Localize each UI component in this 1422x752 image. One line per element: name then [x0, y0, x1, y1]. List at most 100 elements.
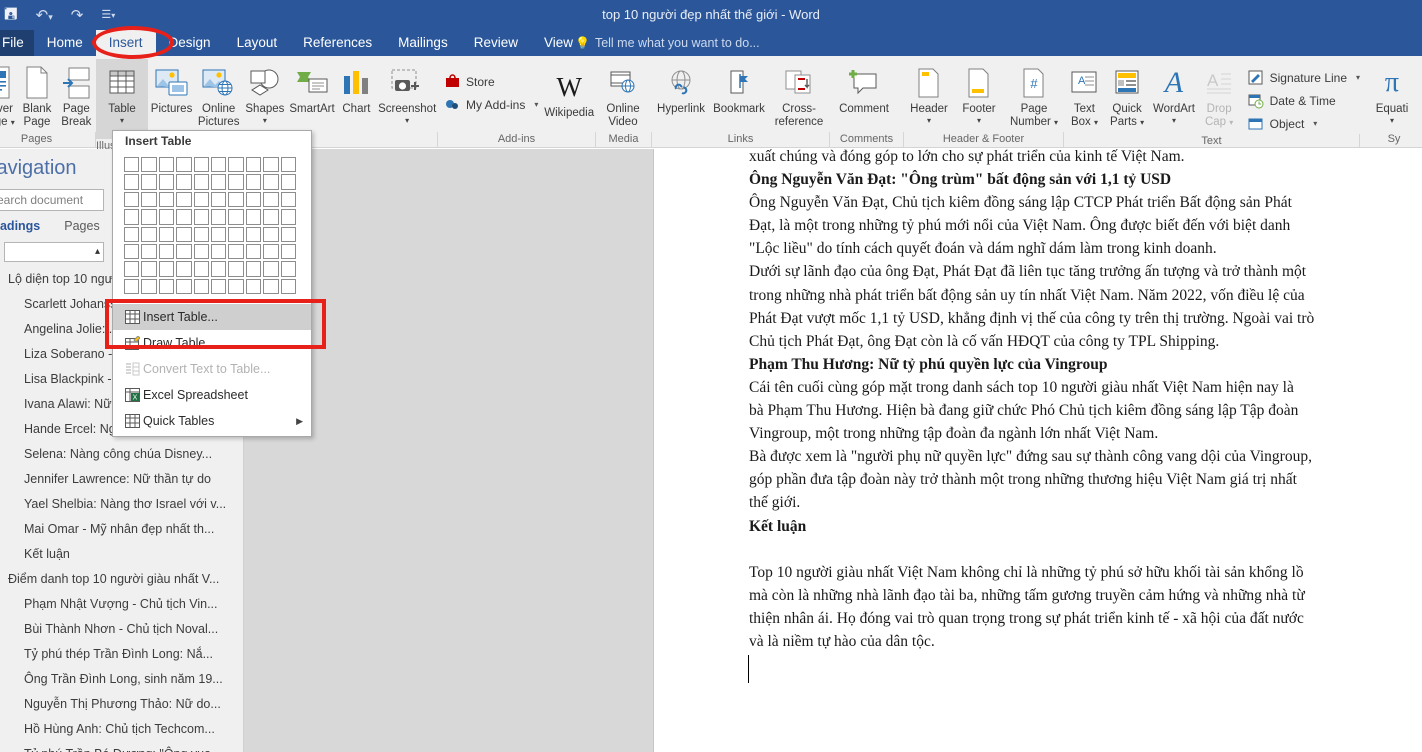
wordart-caret-icon[interactable]: ▾ — [1172, 116, 1176, 125]
tab-design[interactable]: Design — [156, 30, 224, 56]
online-video-button[interactable]: Online Video — [596, 59, 650, 128]
page-break-button[interactable]: Page Break — [57, 59, 96, 128]
document-page[interactable]: xuất chúng và đóng góp to lớn cho sự phá… — [653, 148, 1422, 752]
table-grid-cell[interactable] — [210, 174, 227, 190]
nav-heading-17[interactable]: Nguyễn Thị Phương Thảo: Nữ do... — [0, 692, 243, 717]
table-grid-cell[interactable] — [228, 243, 244, 260]
table-grid-cell[interactable] — [124, 209, 140, 225]
nav-heading-9[interactable]: Yael Shelbia: Nàng thơ Israel với v... — [0, 492, 243, 517]
table-grid-cell[interactable] — [263, 243, 279, 260]
table-grid-cell[interactable] — [280, 191, 296, 208]
table-grid-cell[interactable] — [158, 278, 175, 295]
nav-tab-headings[interactable]: Headings — [0, 219, 40, 233]
table-grid-cell[interactable] — [141, 278, 157, 295]
table-grid-cell[interactable] — [245, 243, 262, 260]
nav-tab-pages[interactable]: Pages — [64, 219, 99, 233]
store-button[interactable]: Store — [444, 71, 538, 92]
table-grid-cell[interactable] — [245, 261, 262, 277]
table-grid-cell[interactable] — [263, 226, 279, 242]
table-grid-cell[interactable] — [176, 226, 192, 242]
table-grid-cell[interactable] — [193, 209, 209, 225]
table-grid-cell[interactable] — [245, 191, 262, 208]
table-grid-cell[interactable] — [263, 261, 279, 277]
table-grid-cell[interactable] — [245, 174, 262, 190]
table-grid-cell[interactable] — [210, 278, 227, 295]
table-grid-cell[interactable] — [141, 191, 157, 208]
header-caret-icon[interactable]: ▾ — [927, 116, 931, 125]
table-grid-cell[interactable] — [158, 243, 175, 260]
table-grid-cell[interactable] — [263, 278, 279, 295]
table-grid-cell[interactable] — [124, 226, 140, 242]
cross-reference-button[interactable]: Cross-reference — [768, 59, 830, 128]
screenshot-button[interactable]: Screenshot ▾ — [376, 59, 438, 125]
menu-item-excel-spreadsheet[interactable]: X Excel Spreadsheet — [113, 382, 311, 408]
table-grid-cell[interactable] — [263, 209, 279, 225]
menu-item-quick-tables[interactable]: Quick Tables ▶ — [113, 408, 311, 434]
table-caret-icon[interactable]: ▾ — [120, 116, 124, 125]
search-input[interactable]: Search document — [0, 189, 104, 211]
table-grid-cell[interactable] — [263, 174, 279, 190]
table-dropdown-menu[interactable]: Insert Table Insert Table... Draw Table … — [112, 130, 312, 437]
table-grid-cell[interactable] — [210, 157, 227, 173]
table-grid-cell[interactable] — [280, 243, 296, 260]
tell-me-search[interactable]: 💡 Tell me what you want to do... — [575, 30, 760, 56]
menu-item-draw-table[interactable]: Draw Table — [113, 330, 311, 356]
quick-parts-button[interactable]: Quick Parts ▾ — [1105, 59, 1149, 128]
table-grid-cell[interactable] — [245, 278, 262, 295]
signature-line-button[interactable]: Signature Line ▾ — [1248, 67, 1360, 88]
table-grid-cell[interactable] — [193, 226, 209, 242]
menu-item-insert-table[interactable]: Insert Table... — [113, 304, 311, 331]
tab-insert[interactable]: Insert — [95, 30, 156, 56]
table-grid-cell[interactable] — [228, 174, 244, 190]
nav-heading-19[interactable]: Tỷ phú Trần Bá Dương: "Ông vua... — [0, 742, 243, 752]
table-grid-cell[interactable] — [280, 278, 296, 295]
nav-heading-15[interactable]: Tỷ phú thép Trần Đình Long: Nắ... — [0, 642, 243, 667]
table-grid-cell[interactable] — [141, 261, 157, 277]
table-grid-cell[interactable] — [280, 209, 296, 225]
navigation-selected-heading-box[interactable]: ▴ — [4, 242, 104, 262]
wikipedia-button[interactable]: W Wikipedia — [542, 63, 596, 120]
table-grid-cell[interactable] — [228, 209, 244, 225]
blank-page-button[interactable]: Blank Page — [17, 59, 56, 128]
table-grid-cell[interactable] — [158, 157, 175, 173]
table-grid-cell[interactable] — [124, 243, 140, 260]
table-grid-cell[interactable] — [193, 191, 209, 208]
table-size-grid[interactable] — [113, 152, 311, 295]
shapes-caret-icon[interactable]: ▾ — [263, 116, 267, 125]
table-grid-cell[interactable] — [245, 157, 262, 173]
table-button[interactable]: Table ▾ — [96, 59, 148, 139]
my-addins-caret-icon[interactable]: ▾ — [534, 100, 538, 109]
tab-mailings[interactable]: Mailings — [385, 30, 461, 56]
tab-file[interactable]: File — [0, 30, 34, 56]
table-grid-cell[interactable] — [158, 261, 175, 277]
table-grid-cell[interactable] — [176, 191, 192, 208]
table-grid-cell[interactable] — [141, 243, 157, 260]
table-grid-cell[interactable] — [210, 261, 227, 277]
table-grid-cell[interactable] — [176, 157, 192, 173]
table-grid-cell[interactable] — [124, 191, 140, 208]
table-grid-cell[interactable] — [280, 174, 296, 190]
table-grid-cell[interactable] — [158, 174, 175, 190]
object-button[interactable]: Object ▾ — [1248, 113, 1360, 134]
comment-button[interactable]: Comment — [830, 59, 898, 116]
table-grid-cell[interactable] — [158, 191, 175, 208]
table-grid-cell[interactable] — [210, 226, 227, 242]
footer-button[interactable]: Footer ▾ — [954, 59, 1004, 125]
table-grid-cell[interactable] — [124, 261, 140, 277]
table-grid-cell[interactable] — [124, 157, 140, 173]
table-grid-cell[interactable] — [228, 226, 244, 242]
table-grid-cell[interactable] — [210, 243, 227, 260]
text-box-button[interactable]: A Text Box ▾ — [1064, 59, 1105, 128]
nav-heading-16[interactable]: Ông Trần Đình Long, sinh năm 19... — [0, 667, 243, 692]
chart-button[interactable]: Chart — [337, 59, 377, 116]
nav-heading-18[interactable]: Hồ Hùng Anh: Chủ tịch Techcom... — [0, 717, 243, 742]
table-grid-cell[interactable] — [193, 243, 209, 260]
smartart-button[interactable]: SmartArt — [288, 59, 337, 116]
table-grid-cell[interactable] — [193, 174, 209, 190]
hyperlink-button[interactable]: Hyperlink — [652, 59, 710, 116]
table-grid-cell[interactable] — [176, 261, 192, 277]
cover-page-button[interactable]: CoverPage ▾ — [0, 59, 17, 128]
wordart-button[interactable]: A WordArt ▾ — [1149, 59, 1198, 125]
table-grid-cell[interactable] — [193, 157, 209, 173]
tab-home[interactable]: Home — [34, 30, 96, 56]
